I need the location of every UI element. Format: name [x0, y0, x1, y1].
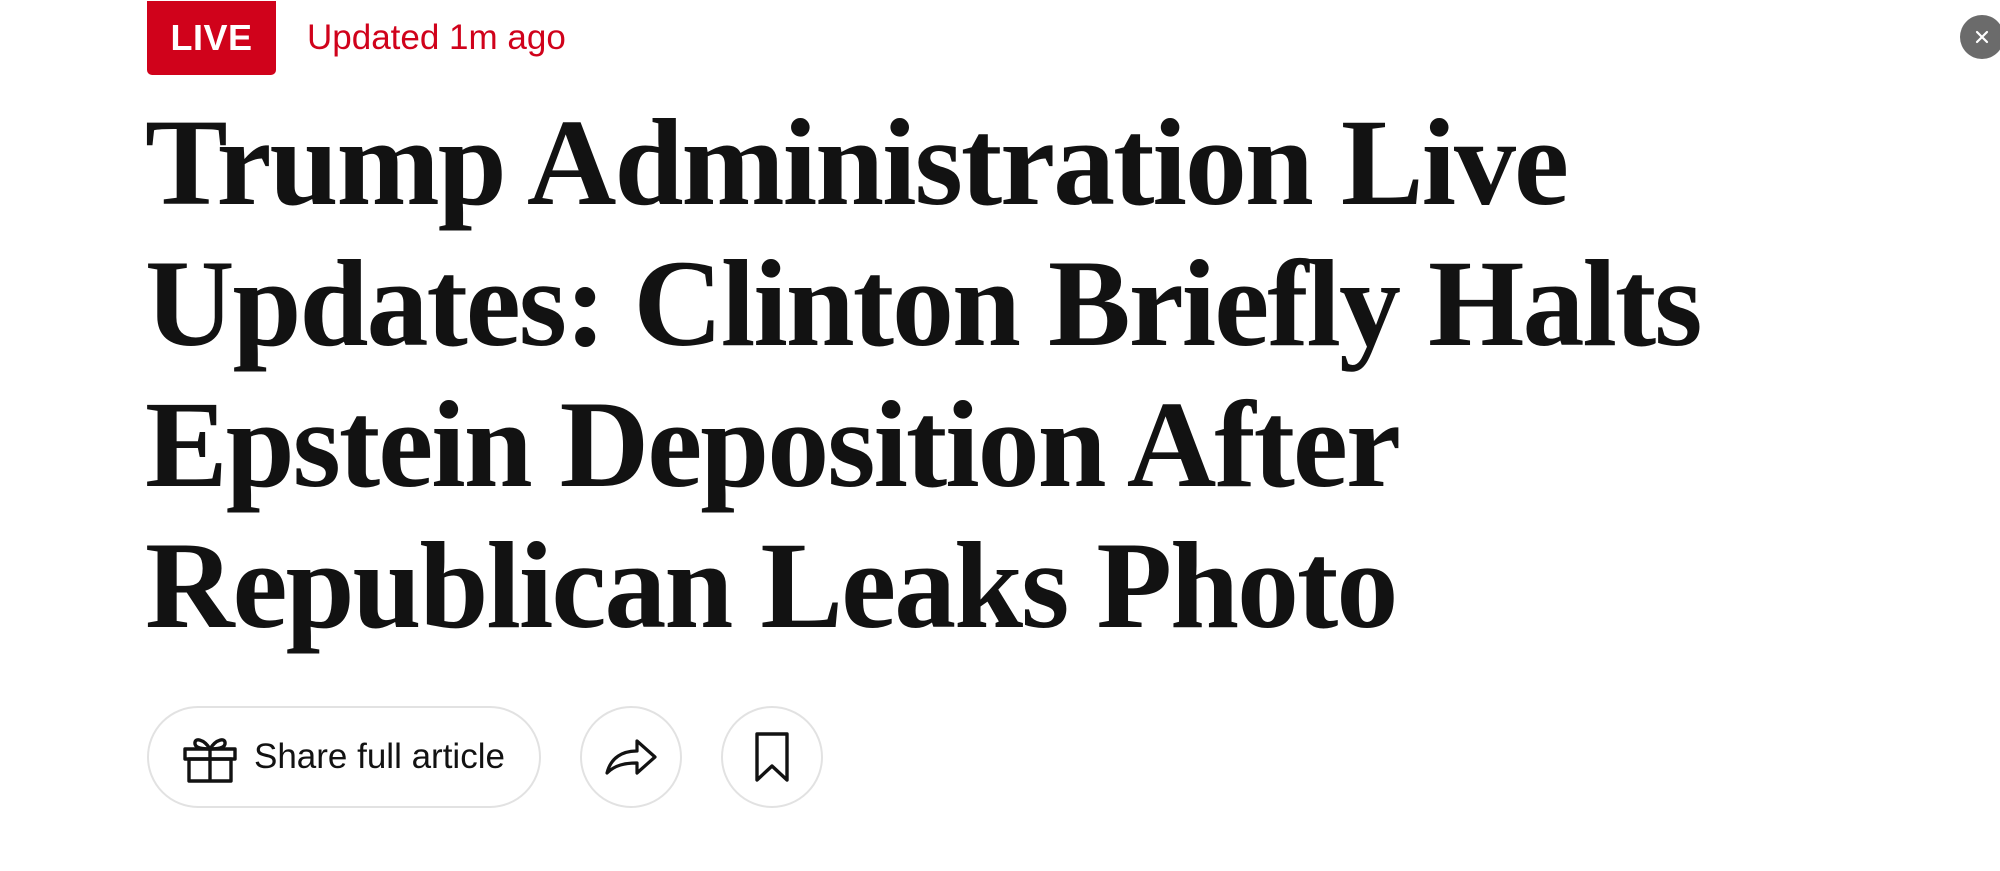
share-arrow-icon	[605, 739, 657, 775]
live-status-row: LIVE Updated 1m ago	[147, 0, 566, 75]
share-full-article-button[interactable]: Share full article	[147, 706, 541, 808]
share-button[interactable]	[580, 706, 682, 808]
save-bookmark-button[interactable]	[721, 706, 823, 808]
live-badge: LIVE	[147, 0, 276, 75]
updated-timestamp: Updated 1m ago	[307, 17, 566, 57]
close-icon	[1975, 30, 1989, 44]
close-button[interactable]	[1960, 15, 2000, 59]
bookmark-icon	[755, 732, 789, 782]
article-actions: Share full article	[147, 706, 823, 808]
gift-icon	[183, 738, 237, 783]
article-headline: Trump Administration Live Updates: Clint…	[145, 94, 1702, 654]
share-full-article-label: Share full article	[254, 737, 505, 776]
